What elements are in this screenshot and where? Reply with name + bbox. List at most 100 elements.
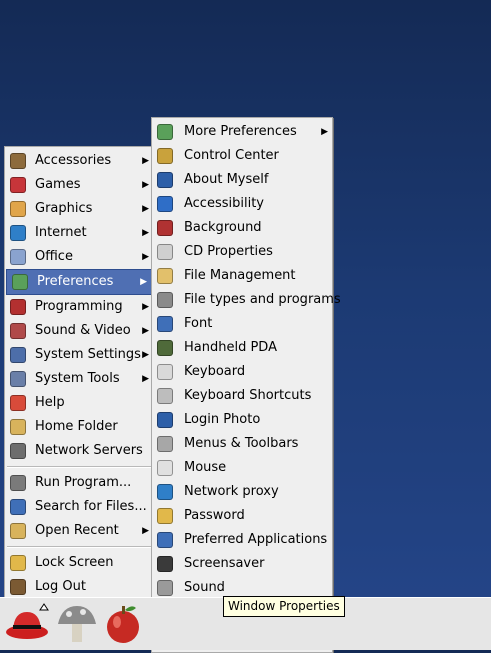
home-folder-icon (10, 419, 26, 435)
menu-item-label: Keyboard Shortcuts (184, 388, 312, 403)
log-out-icon (10, 579, 26, 595)
menu-item-label: About Myself (184, 172, 269, 187)
menu-item-label: Lock Screen (35, 555, 114, 570)
menu-item-login-photo[interactable]: Login Photo (152, 408, 332, 432)
submenu-arrow-icon: ▶ (321, 127, 328, 137)
menu-item-keyboard-shortcuts[interactable]: Keyboard Shortcuts (152, 384, 332, 408)
menu-item-more-preferences[interactable]: More Preferences ▶ (152, 120, 332, 144)
menu-item-programming[interactable]: Programming ▶ (5, 295, 153, 319)
submenu-arrow-icon: ▶ (142, 302, 149, 312)
menu-item-menus-and-toolbars[interactable]: Menus & Toolbars (152, 432, 332, 456)
preferences-submenu: More Preferences ▶ Control Center About Mys… (151, 117, 341, 653)
open-recent-icon (10, 523, 26, 539)
network-proxy-icon (157, 484, 173, 500)
games-icon (10, 177, 26, 193)
menu-item-label: Home Folder (35, 419, 118, 434)
menu-item-label: Preferences (37, 274, 114, 289)
font-icon (157, 316, 173, 332)
menu-item-network-servers[interactable]: Network Servers (5, 439, 153, 463)
menu-item-handheld-pda[interactable]: Handheld PDA (152, 336, 332, 360)
password-icon (157, 508, 173, 524)
menu-item-office[interactable]: Office ▶ (5, 245, 153, 269)
menu-item-search-for-files[interactable]: Search for Files... (5, 495, 153, 519)
menus-toolbars-icon (157, 436, 173, 452)
apple-icon[interactable] (100, 600, 146, 646)
menu-item-keyboard[interactable]: Keyboard (152, 360, 332, 384)
run-program-icon (10, 475, 26, 491)
sound-video-icon (10, 323, 26, 339)
mushroom-icon[interactable] (54, 600, 100, 646)
menu-item-label: More Preferences (184, 124, 297, 139)
menu-item-system-tools[interactable]: System Tools ▶ (5, 367, 153, 391)
menu-item-label: File types and programs (184, 292, 341, 307)
menu-item-games[interactable]: Games ▶ (5, 173, 153, 197)
menu-item-accessibility[interactable]: Accessibility (152, 192, 332, 216)
menu-item-preferences[interactable]: Preferences ▶ (6, 269, 152, 295)
network-servers-icon (10, 443, 26, 459)
menu-item-label: Keyboard (184, 364, 246, 379)
preferred-applications-icon (157, 532, 173, 548)
submenu-arrow-icon: ▶ (142, 156, 149, 166)
menu-item-help[interactable]: Help (5, 391, 153, 415)
menu-item-sound-and-video[interactable]: Sound & Video ▶ (5, 319, 153, 343)
menu-item-label: Sound & Video (35, 323, 131, 338)
accessibility-icon (157, 196, 173, 212)
internet-icon (10, 225, 26, 241)
menu-item-control-center[interactable]: Control Center (152, 144, 332, 168)
menu-item-mouse[interactable]: Mouse (152, 456, 332, 480)
menu-item-label: Handheld PDA (184, 340, 277, 355)
menu-item-accessories[interactable]: Accessories ▶ (5, 149, 153, 173)
menu-item-graphics[interactable]: Graphics ▶ (5, 197, 153, 221)
submenu-arrow-icon: ▶ (142, 326, 149, 336)
menu-item-label: Accessories (35, 153, 112, 168)
keyboard-shortcuts-icon (157, 388, 173, 404)
menu-item-about-myself[interactable]: About Myself (152, 168, 332, 192)
menu-item-label: Network Servers (35, 443, 143, 458)
more-preferences-icon (157, 124, 173, 140)
cd-properties-icon (157, 244, 173, 260)
screensaver-icon (157, 556, 173, 572)
accessories-icon (10, 153, 26, 169)
menu-item-label: Screensaver (184, 556, 265, 571)
about-myself-icon (157, 172, 173, 188)
submenu-arrow-icon: ▶ (142, 350, 149, 360)
menu-item-internet[interactable]: Internet ▶ (5, 221, 153, 245)
menu-item-cd-properties[interactable]: CD Properties (152, 240, 332, 264)
menu-item-screensaver[interactable]: Screensaver (152, 552, 332, 576)
handheld-pda-icon (157, 340, 173, 356)
menu-item-system-settings[interactable]: System Settings ▶ (5, 343, 153, 367)
system-settings-icon (10, 347, 26, 363)
menu-item-label: Run Program... (35, 475, 132, 490)
menu-item-label: Open Recent (35, 523, 119, 538)
system-tools-icon (10, 371, 26, 387)
menu-item-label: Background (184, 220, 262, 235)
menu-item-label: File Management (184, 268, 296, 283)
menu-item-file-management[interactable]: File Management (152, 264, 332, 288)
menu-item-password[interactable]: Password (152, 504, 332, 528)
file-management-icon (157, 268, 173, 284)
menu-separator (7, 546, 151, 548)
menu-item-label: Games (35, 177, 81, 192)
menu-item-label: Password (184, 508, 245, 523)
menu-item-label: Network proxy (184, 484, 279, 499)
menu-item-open-recent[interactable]: Open Recent ▶ (5, 519, 153, 543)
submenu-arrow-icon: ▶ (142, 204, 149, 214)
menu-item-label: System Settings (35, 347, 141, 362)
redhat-menu-icon[interactable] (4, 600, 50, 646)
keyboard-icon (157, 364, 173, 380)
menu-item-home-folder[interactable]: Home Folder (5, 415, 153, 439)
menu-item-label: Menus & Toolbars (184, 436, 299, 451)
office-icon (10, 249, 26, 265)
submenu-arrow-icon: ▶ (142, 526, 149, 536)
menu-item-font[interactable]: Font (152, 312, 332, 336)
menu-item-log-out[interactable]: Log Out (5, 575, 153, 599)
background-icon (157, 220, 173, 236)
applications-menu: Accessories ▶ Games ▶ Graphics ▶ Internet ▶ Offi… (4, 146, 154, 602)
menu-item-file-types-and-programs[interactable]: File types and programs (152, 288, 341, 312)
preferences-icon (12, 274, 28, 290)
menu-item-preferred-applications[interactable]: Preferred Applications (152, 528, 332, 552)
menu-item-run-program[interactable]: Run Program... (5, 471, 153, 495)
menu-item-lock-screen[interactable]: Lock Screen (5, 551, 153, 575)
menu-item-network-proxy[interactable]: Network proxy (152, 480, 332, 504)
menu-item-background[interactable]: Background (152, 216, 332, 240)
